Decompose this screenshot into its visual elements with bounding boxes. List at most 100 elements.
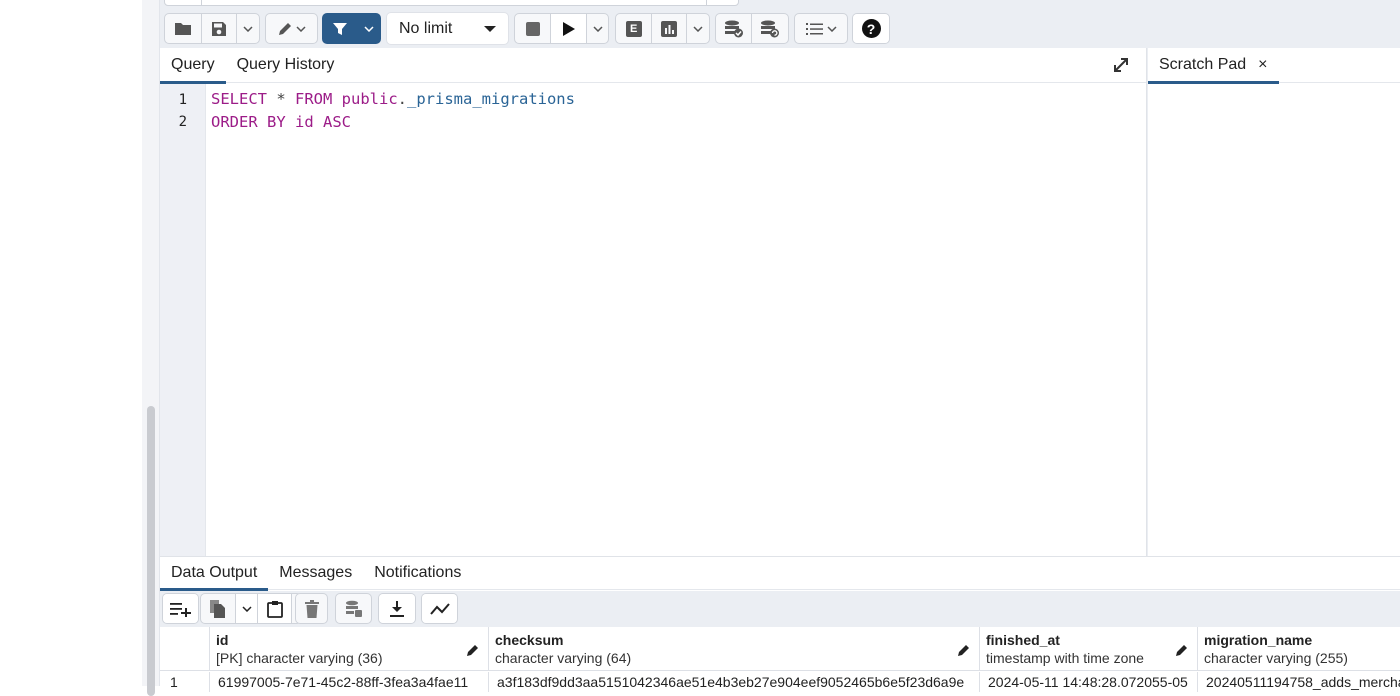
column-header-checksum[interactable]: checksum character varying (64) — [489, 627, 980, 671]
save-file-button[interactable] — [202, 14, 238, 43]
execute-options-dropdown[interactable] — [587, 14, 608, 43]
row-limit-select[interactable]: No limit — [386, 12, 509, 45]
cell-checksum[interactable]: a3f183df9dd3aa5151042346ae51e4b3eb27e904… — [489, 672, 980, 692]
pencil-icon[interactable] — [957, 643, 971, 657]
tab-query[interactable]: Query — [160, 48, 226, 84]
keyword: ORDER BY — [211, 113, 286, 131]
add-row-group — [162, 593, 199, 624]
column-type: character varying (64) — [495, 650, 632, 666]
browser-scrollbar[interactable] — [147, 406, 155, 696]
add-row-button[interactable] — [163, 594, 198, 623]
bar-chart-icon — [661, 20, 678, 37]
macros-button[interactable] — [795, 14, 847, 43]
add-row-icon — [169, 602, 191, 617]
help-button[interactable]: ? — [853, 14, 889, 43]
help-icon: ? — [861, 19, 881, 38]
execute-button[interactable] — [551, 14, 588, 43]
download-button[interactable] — [379, 594, 415, 623]
open-file-button[interactable] — [165, 14, 202, 43]
connection-bar — [164, 0, 739, 6]
row-number-header[interactable] — [160, 627, 210, 671]
column-header-id[interactable]: id [PK] character varying (36) — [210, 627, 489, 671]
transaction-group — [715, 13, 789, 44]
delete-row-button[interactable] — [296, 594, 327, 623]
query-tool: No limit E ? Query Query History 1 2 SEL… — [160, 0, 1400, 692]
stop-button[interactable] — [515, 14, 552, 43]
edit-button[interactable] — [266, 14, 317, 43]
column-header-finished-at[interactable]: finished_at timestamp with time zone — [980, 627, 1198, 671]
copy-options-dropdown[interactable] — [236, 594, 258, 623]
column-header-migration-name[interactable]: migration_name character varying (255) — [1198, 627, 1400, 671]
column-name: id — [285, 113, 323, 131]
output-tabs: Data Output Messages Notifications — [160, 557, 1400, 591]
save-options-dropdown[interactable] — [237, 14, 259, 43]
rollback-button[interactable] — [752, 14, 788, 43]
clipboard-icon — [266, 600, 283, 618]
cell-id[interactable]: 61997005-7e71-45c2-88ff-3fea3a4fae11 — [210, 672, 489, 692]
explain-analyze-button[interactable] — [652, 14, 688, 43]
output-toolbar — [160, 591, 1400, 627]
copy-group — [200, 593, 302, 624]
filter-options-dropdown[interactable] — [358, 14, 380, 43]
tab-notifications[interactable]: Notifications — [363, 557, 472, 590]
scratch-pad-textarea[interactable] — [1148, 84, 1400, 556]
trash-icon — [304, 599, 319, 618]
commit-button[interactable] — [716, 14, 753, 43]
data-grid: id [PK] character varying (36) checksum … — [160, 627, 1400, 692]
save-data-changes-button[interactable] — [336, 594, 371, 623]
line-number: 2 — [178, 114, 187, 130]
operator: * — [267, 90, 295, 108]
database-save-icon — [345, 600, 362, 617]
macros-group — [794, 13, 848, 44]
folder-icon — [174, 23, 191, 35]
download-group — [378, 593, 416, 624]
pencil-icon — [279, 22, 291, 35]
pencil-icon[interactable] — [1175, 643, 1189, 657]
query-toolbar: No limit E ? — [160, 12, 1400, 46]
copy-button[interactable] — [201, 594, 237, 623]
close-icon[interactable]: × — [1258, 56, 1267, 83]
expand-icon[interactable] — [1112, 56, 1130, 74]
column-type: [PK] character varying (36) — [216, 650, 383, 666]
explain-button[interactable]: E — [616, 14, 653, 43]
chevron-down-icon — [593, 25, 603, 32]
code-line: ORDER BY id ASC — [211, 113, 351, 131]
column-name: checksum — [495, 632, 564, 648]
cell-migration-name[interactable]: 20240511194758_adds_mercha — [1198, 672, 1400, 692]
column-name: finished_at — [986, 632, 1060, 648]
query-panel: Query Query History 1 2 SELECT * FROM pu… — [160, 48, 1147, 556]
schema-name: public — [332, 90, 398, 108]
graph-visualiser-button[interactable] — [422, 594, 457, 623]
tab-data-output[interactable]: Data Output — [160, 557, 269, 591]
row-number[interactable]: 1 — [160, 672, 210, 692]
list-numbered-icon — [805, 22, 823, 35]
chevron-down-icon — [826, 25, 837, 32]
output-panel: Data Output Messages Notifications id [P… — [160, 557, 1400, 692]
tab-messages[interactable]: Messages — [268, 557, 363, 590]
sql-editor[interactable]: 1 2 SELECT * FROM public._prisma_migrati… — [160, 84, 1146, 556]
column-name: migration_name — [1204, 632, 1313, 648]
save-data-group — [335, 593, 372, 624]
chevron-down-icon — [243, 25, 253, 32]
play-icon — [562, 21, 575, 36]
edit-group — [265, 13, 318, 44]
scratch-pad-panel: Scratch Pad × — [1148, 48, 1400, 556]
caret-down-icon — [484, 25, 496, 32]
pencil-icon[interactable] — [466, 643, 480, 657]
filter-group — [322, 13, 381, 44]
dot: . — [397, 90, 407, 108]
paste-button[interactable] — [257, 594, 293, 623]
tab-scratch-pad[interactable]: Scratch Pad × — [1148, 48, 1279, 84]
execute-group — [514, 13, 609, 44]
cell-finished-at[interactable]: 2024-05-11 14:48:28.072055-05 — [980, 672, 1198, 692]
delete-group — [295, 593, 328, 624]
explain-icon: E — [625, 20, 642, 37]
filter-button[interactable] — [323, 14, 358, 43]
keyword: SELECT — [211, 90, 267, 108]
explain-options-dropdown[interactable] — [687, 14, 709, 43]
chevron-down-icon — [693, 25, 703, 32]
scratch-tabs: Scratch Pad × — [1148, 48, 1400, 84]
tab-query-history[interactable]: Query History — [226, 48, 346, 83]
keyword: ASC — [322, 113, 351, 131]
graph-group — [421, 593, 458, 624]
